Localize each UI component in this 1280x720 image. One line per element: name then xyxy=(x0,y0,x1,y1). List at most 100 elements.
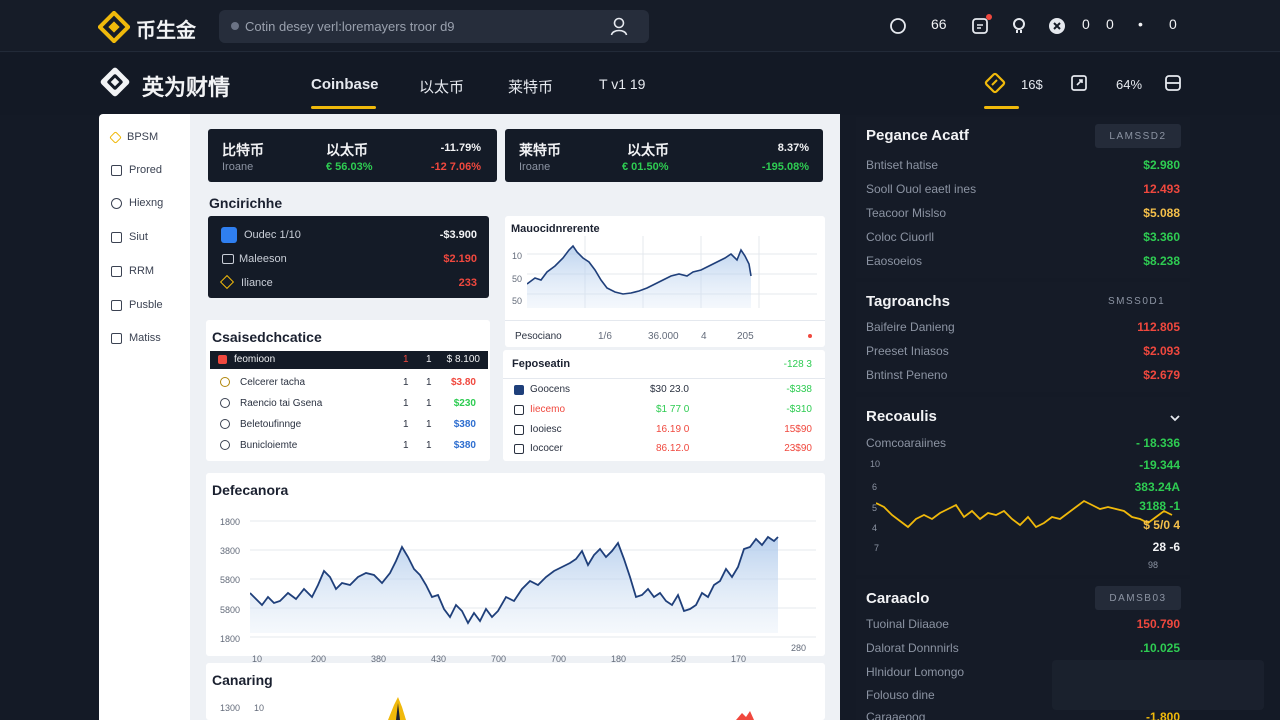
table-cell: 15$90 xyxy=(784,424,812,435)
table-row[interactable]: Iiecemo $1 77 0 -$310 xyxy=(503,402,825,418)
sidebar-item-matiss[interactable]: Matiss xyxy=(111,329,161,347)
x-tick: 280 xyxy=(791,643,807,653)
mini-chart-footer: Pesociano xyxy=(515,331,562,342)
logo-icon[interactable] xyxy=(98,11,130,43)
server-icon[interactable] xyxy=(1163,73,1183,93)
row-label: Coloc Ciuorll xyxy=(866,230,935,244)
binance-icon[interactable] xyxy=(984,72,1006,94)
user-icon[interactable] xyxy=(609,16,629,36)
table-cell: Iococer xyxy=(530,443,563,454)
brand-name: 英为财情 xyxy=(142,75,231,100)
bulb-icon[interactable] xyxy=(1008,15,1030,37)
y-tick: 7 xyxy=(874,543,880,553)
ticker-sub: Iroane xyxy=(222,161,254,173)
table-cell: 1 xyxy=(426,398,432,409)
table-row[interactable]: Bunicloiemte 1 1 $380 xyxy=(210,438,488,454)
sidebar-item-hiexng[interactable]: Hiexng xyxy=(111,194,163,212)
section-badge[interactable]: LAMSSD2 xyxy=(1095,124,1181,148)
ticker-card-litecoin[interactable]: 莱特币 Iroane 以太币 € 01.50% 8.37% -195.08% xyxy=(505,129,823,182)
sidebar-item-label: Matiss xyxy=(129,332,161,344)
overview-row-label: Maleeson xyxy=(239,253,287,265)
section-title: Pegance Acatf xyxy=(866,127,969,144)
circle-icon[interactable] xyxy=(887,15,909,37)
row-value: $2.980 xyxy=(1143,158,1180,172)
ticker-card-bitcoin[interactable]: 比特币 Iroane 以太币 € 56.03% -11.79% -12 7.06… xyxy=(208,129,497,182)
row-value: 150.790 xyxy=(1136,617,1180,631)
section-badge: SMSS0D1 xyxy=(1108,296,1166,307)
table-cell: 23$90 xyxy=(784,443,812,454)
target-icon xyxy=(220,419,230,429)
ticker-name: 莱特币 xyxy=(519,142,561,158)
sidebar-item-siut[interactable]: Siut xyxy=(111,228,148,246)
globe-icon xyxy=(220,440,230,450)
coin-icon[interactable] xyxy=(1046,15,1068,37)
section-badge[interactable]: DAMSB03 xyxy=(1095,586,1181,610)
tab-coinbase[interactable]: Coinbase xyxy=(311,76,379,93)
table-row[interactable]: Raencio tai Gsena 1 1 $230 xyxy=(210,396,488,412)
divider xyxy=(503,378,825,379)
square-icon xyxy=(111,164,122,176)
sidebar-item-bpsm[interactable]: BPSM xyxy=(109,128,159,146)
tab-version[interactable]: T v1 19 xyxy=(599,76,645,92)
tab-ethereum[interactable]: 以太币 xyxy=(419,76,464,97)
ticker-pair-change: € 56.03% xyxy=(326,161,373,173)
row-value: $2.679 xyxy=(1143,368,1180,382)
y-tick: 6 xyxy=(872,482,878,492)
row-label: Hlnidour Lomongo xyxy=(866,665,965,679)
row-label: Sooll Ouol eaetl ines xyxy=(866,182,977,196)
right-section-pegance: Pegance Acatf LAMSSD2 Bntiset hatise $2.… xyxy=(856,117,1190,278)
sidebar-item-rrm[interactable]: RRM xyxy=(111,262,154,280)
external-link-icon[interactable] xyxy=(1069,73,1089,93)
sidebar-item-prored[interactable]: Prored xyxy=(111,161,162,179)
table-cell: 1 xyxy=(426,419,432,430)
row-label: Tuoinal Diiaaoe xyxy=(866,617,949,631)
sidebar-item-label: RRM xyxy=(129,265,155,277)
nav-right-value-1: 16$ xyxy=(1021,77,1043,92)
table-row[interactable]: Iooiesc 16.19 0 15$90 xyxy=(503,422,825,438)
sidebar-item-label: BPSM xyxy=(127,131,159,143)
overview-row-value[interactable]: -$3.900 xyxy=(440,229,477,241)
square-icon xyxy=(514,444,524,454)
overview-row-value[interactable]: 233 xyxy=(459,277,477,289)
ticker-sub: Iroane xyxy=(519,161,551,173)
top-dot: • xyxy=(1138,16,1143,32)
row-value: 112.805 xyxy=(1137,320,1180,334)
row-value: $2.093 xyxy=(1143,344,1180,358)
table-row[interactable]: Beletoufinnge 1 1 $380 xyxy=(210,417,488,433)
table-cell: 1 xyxy=(403,398,409,409)
bag-icon xyxy=(111,299,122,311)
table-cell: 1 xyxy=(403,440,409,451)
flag-icon xyxy=(218,355,227,364)
blurred-overlay xyxy=(1052,660,1264,710)
row-label: Folouso dine xyxy=(866,688,935,702)
table-header-cell: feomioon xyxy=(234,354,276,365)
brand-logo-icon[interactable] xyxy=(98,65,132,99)
y-tick: 50 xyxy=(512,274,523,284)
table-card-1: Csaisedchcatice feomioon 1 1 $ 8.100 Cel… xyxy=(206,320,490,461)
sidebar-item-pusble[interactable]: Pusble xyxy=(111,296,163,314)
right-section-tagroanchs: Tagroanchs SMSS0D1 Baifeire Danieng 112.… xyxy=(856,282,1190,392)
table-row[interactable]: Celcerer tacha 1 1 $3.80 xyxy=(210,375,488,391)
overview-row-value[interactable]: $2.190 xyxy=(443,253,477,265)
nav-right-value-2: 64% xyxy=(1116,77,1143,92)
logo-text: 币生金 xyxy=(136,20,196,42)
search-input[interactable] xyxy=(245,10,605,43)
ticker-change: 8.37% xyxy=(777,142,809,154)
circle-icon xyxy=(111,197,122,209)
chevron-down-icon[interactable] xyxy=(1169,412,1181,424)
table-row[interactable]: Goocens $30 23.0 -$338 xyxy=(503,382,825,398)
table-cell: 1 xyxy=(403,419,409,430)
row-label: Teacoor Mislso xyxy=(866,206,947,220)
table-row[interactable]: Iococer 86.12.0 23$90 xyxy=(503,441,825,457)
search-bar[interactable] xyxy=(219,10,649,43)
wallet-icon xyxy=(514,385,524,395)
tab-litecoin[interactable]: 莱特币 xyxy=(508,76,553,97)
mini-chart-card: Mauocidnrerente 10 50 50 Pesociano 1/6 3… xyxy=(505,216,825,347)
table-cell: $380 xyxy=(453,440,476,451)
row-value: 12.493 xyxy=(1143,182,1180,196)
row-label: Comcoaraiines xyxy=(866,436,947,450)
table-cell: -$338 xyxy=(786,384,812,395)
section-title: Recoaulis xyxy=(866,408,937,425)
sidebar-item-label: Prored xyxy=(129,164,163,176)
sidebar-item-label: Pusble xyxy=(129,299,163,311)
